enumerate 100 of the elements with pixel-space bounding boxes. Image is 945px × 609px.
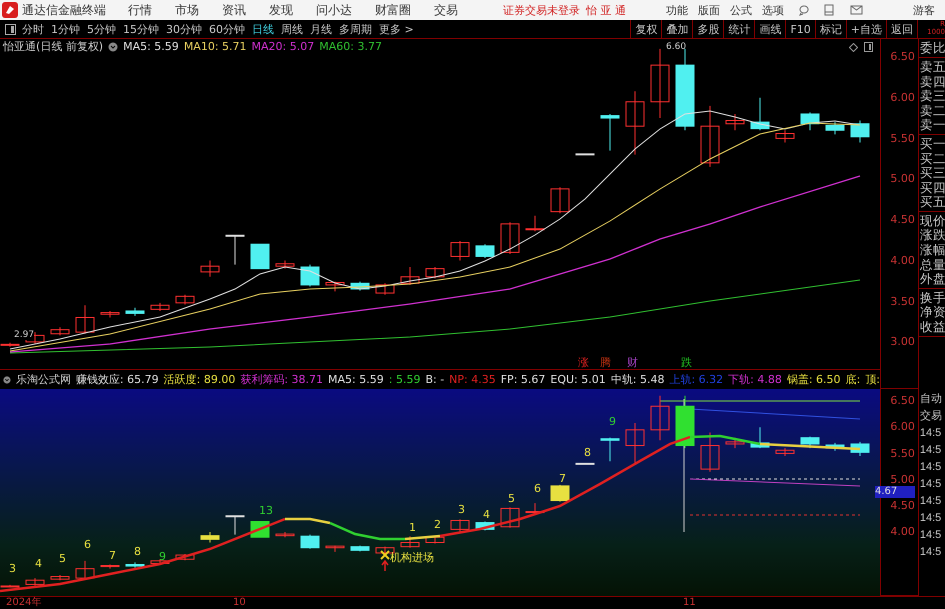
toolbar-button[interactable]: 叠加 bbox=[661, 20, 692, 38]
menu-item[interactable]: 发现 bbox=[269, 2, 293, 19]
toolbar-button[interactable]: +自选 bbox=[846, 20, 886, 38]
menu-item[interactable]: 问小达 bbox=[316, 2, 352, 19]
login-status[interactable]: 证券交易未登录 bbox=[503, 2, 580, 18]
period-tab[interactable]: 更多 > bbox=[379, 22, 414, 37]
candlestick bbox=[426, 536, 444, 544]
menu-item[interactable]: 行情 bbox=[128, 2, 152, 19]
count-label: 4 bbox=[35, 558, 42, 570]
menu-item[interactable]: 财富圈 bbox=[375, 2, 411, 19]
candlestick bbox=[850, 442, 870, 457]
menu-item[interactable]: 资讯 bbox=[222, 2, 246, 19]
toolbar-button[interactable]: F10 bbox=[785, 20, 815, 38]
candlestick bbox=[126, 562, 144, 568]
count-label: 3 bbox=[9, 563, 16, 574]
menu-item[interactable]: 公式 bbox=[730, 2, 752, 18]
candlestick bbox=[76, 305, 94, 335]
time-label: 11 bbox=[683, 598, 696, 608]
trade-label: 14:5 bbox=[920, 477, 942, 492]
indicator-value: NP: 4.35 bbox=[449, 373, 496, 386]
count-label: 9 bbox=[609, 416, 616, 428]
toolbar-button[interactable]: 复权 bbox=[630, 20, 662, 38]
candlestick bbox=[200, 532, 220, 544]
menu-item[interactable]: 交易 bbox=[434, 2, 458, 19]
toolbar-button[interactable]: 画线 bbox=[754, 20, 786, 38]
period-tab[interactable]: 日线 bbox=[252, 22, 274, 37]
period-tab[interactable]: 分时 bbox=[22, 22, 44, 37]
axis-tick: 6.50 bbox=[890, 395, 915, 406]
candlestick bbox=[526, 503, 544, 514]
indicator-value: 锅盖: 6.50 bbox=[786, 372, 841, 388]
candlestick bbox=[526, 216, 544, 232]
period-tab[interactable]: 15分钟 bbox=[123, 22, 159, 37]
candlestick bbox=[450, 240, 470, 262]
trade-label: 14:5 bbox=[920, 528, 942, 544]
candlestick bbox=[426, 266, 444, 280]
toolbar-button[interactable]: 标记 bbox=[814, 20, 846, 38]
candlestick bbox=[226, 516, 244, 536]
candlestick bbox=[76, 560, 94, 580]
candlestick bbox=[476, 244, 494, 259]
candlestick bbox=[700, 106, 720, 168]
quote-label: 卖三 bbox=[920, 89, 945, 104]
period-tab[interactable]: 1分钟 bbox=[51, 22, 80, 37]
menu-item[interactable]: 市场 bbox=[175, 2, 199, 19]
menu-item[interactable]: 版面 bbox=[698, 2, 720, 18]
trade-label: 14:5 bbox=[920, 443, 942, 458]
menu-item[interactable]: 功能 bbox=[666, 2, 688, 18]
candlestick bbox=[100, 564, 120, 570]
candlestick bbox=[50, 574, 70, 582]
count-label: 2 bbox=[434, 519, 441, 530]
period-tab[interactable]: 30分钟 bbox=[166, 22, 202, 37]
indicator-value: 顶: bbox=[865, 372, 880, 388]
axis-tick: 3.00 bbox=[890, 336, 915, 348]
chat-icon[interactable] bbox=[798, 4, 810, 16]
stock-name: 怡 亚 通 bbox=[586, 2, 626, 18]
axis-tick: 3.50 bbox=[890, 296, 915, 307]
toolbar-button[interactable]: 统计 bbox=[723, 20, 754, 38]
candlestick bbox=[576, 463, 594, 466]
count-label: 5 bbox=[508, 493, 515, 504]
period-tab[interactable]: 5分钟 bbox=[87, 22, 116, 37]
candlestick bbox=[800, 436, 820, 450]
axis-tick: 4.50 bbox=[890, 214, 915, 226]
indicator-value: EQU: 5.01 bbox=[550, 373, 606, 386]
trade-label: 14:5 bbox=[920, 545, 942, 560]
trade-label: 14:5 bbox=[920, 426, 942, 442]
settings-icon[interactable] bbox=[108, 42, 118, 52]
diamond-icon[interactable] bbox=[849, 43, 858, 52]
candlestick bbox=[400, 266, 420, 286]
quote-label: 涨跌 bbox=[920, 228, 945, 244]
candlestick bbox=[500, 507, 520, 529]
mail-icon[interactable] bbox=[850, 5, 863, 16]
period-tab[interactable]: 周线 bbox=[281, 22, 303, 37]
quote-label: 涨幅 bbox=[920, 243, 945, 258]
count-label: 1 bbox=[409, 522, 416, 534]
trade-label: 交易 bbox=[920, 408, 943, 424]
indicator-value: 下轨: 4.88 bbox=[728, 372, 782, 388]
axis-tick: 5.00 bbox=[890, 474, 915, 485]
candlestick bbox=[800, 112, 820, 132]
toolbar-button[interactable]: 多股 bbox=[692, 20, 724, 38]
ma-value: MA60: 3.77 bbox=[319, 40, 382, 54]
axis-tick: 6.00 bbox=[890, 92, 915, 104]
candlestick bbox=[400, 536, 420, 549]
panel-toggle-icon[interactable] bbox=[5, 24, 16, 35]
candlestick bbox=[176, 554, 194, 562]
panel-toggle-icon[interactable] bbox=[864, 42, 873, 52]
menu-item[interactable]: 选项 bbox=[762, 2, 784, 18]
high-price-label: 6.60 bbox=[666, 43, 686, 52]
quote-label: 买四 bbox=[920, 180, 945, 196]
count-label: 7 bbox=[559, 473, 566, 484]
settings-icon[interactable] bbox=[3, 374, 11, 385]
indicator-value: 赚钱效应: 65.79 bbox=[76, 372, 159, 388]
quote-label: 总量 bbox=[920, 258, 945, 272]
candlestick bbox=[276, 532, 294, 538]
phone-icon[interactable] bbox=[824, 4, 834, 16]
candlestick bbox=[550, 484, 570, 502]
period-tab[interactable]: 月线 bbox=[310, 22, 332, 37]
period-tab[interactable]: 多周期 bbox=[339, 22, 372, 37]
candlestick bbox=[0, 342, 20, 348]
user-name[interactable]: 游客 bbox=[913, 2, 935, 18]
period-tab[interactable]: 60分钟 bbox=[209, 22, 245, 37]
toolbar-button[interactable]: 返回 bbox=[886, 20, 917, 38]
